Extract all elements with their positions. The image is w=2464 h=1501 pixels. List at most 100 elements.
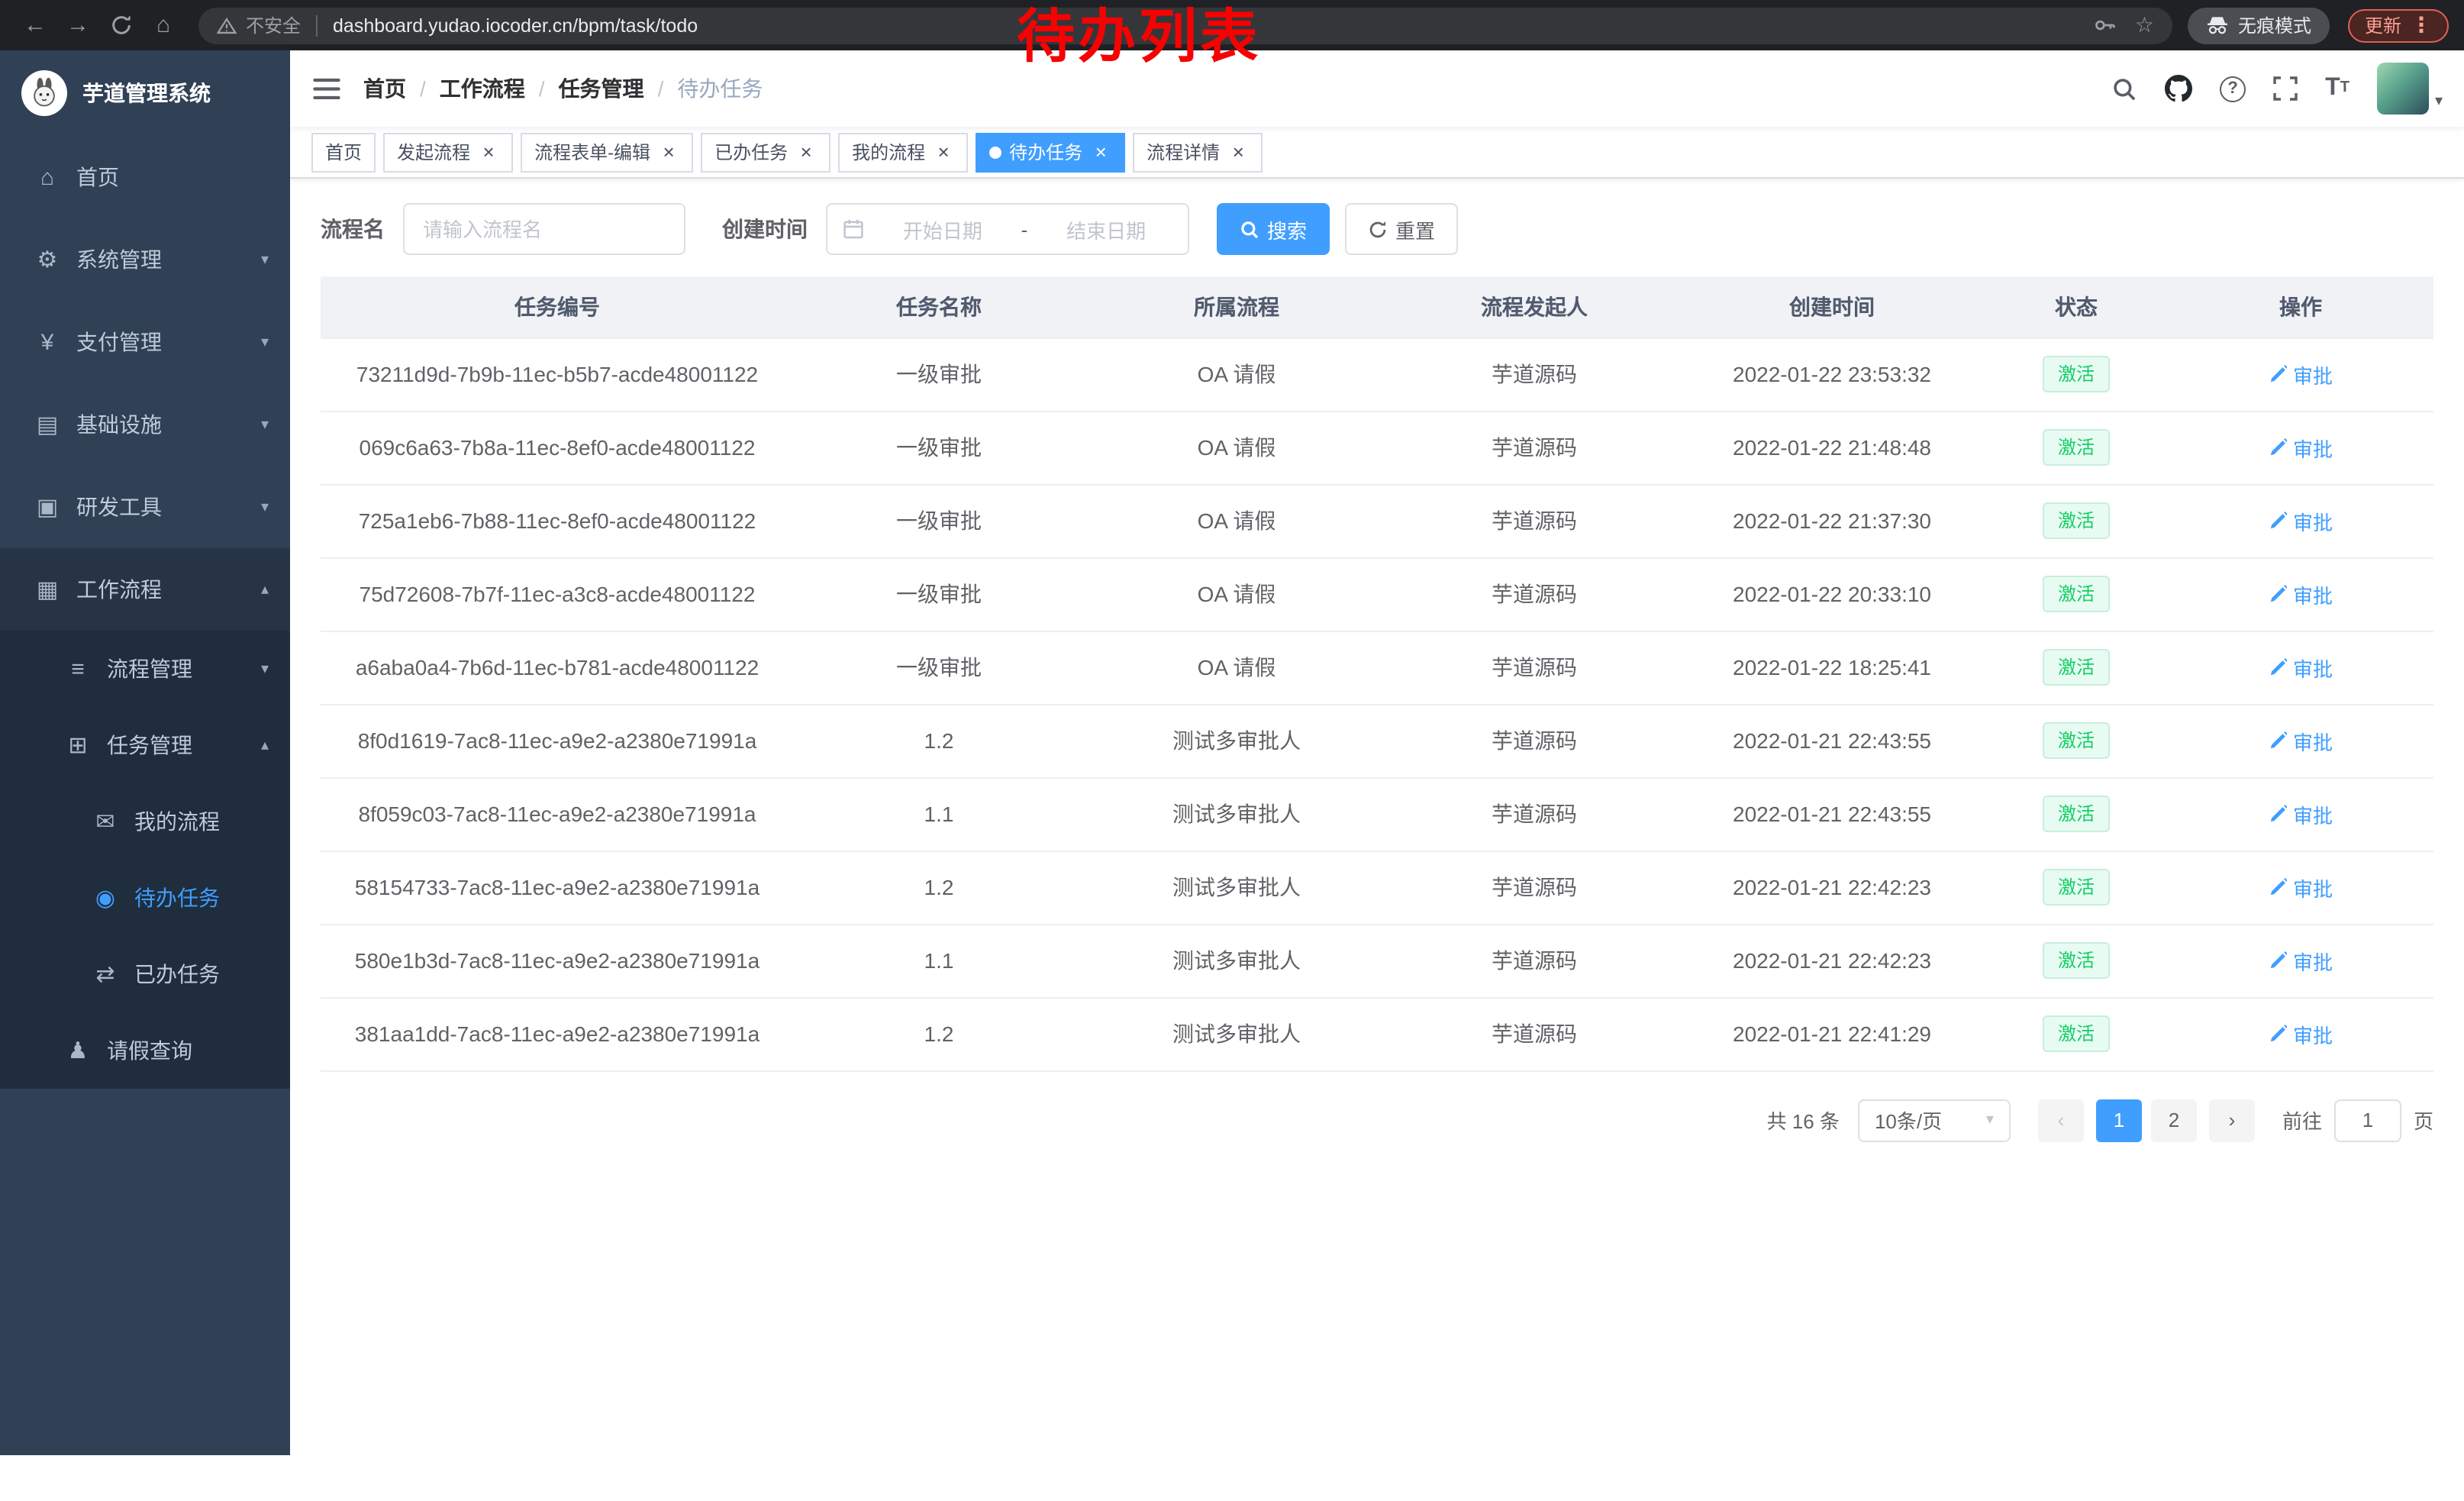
sidebar-item-todo-task[interactable]: ◉ 待办任务 <box>0 860 290 936</box>
key-icon[interactable] <box>2094 14 2117 37</box>
table-body: 73211d9d-7b9b-11ec-b5b7-acde48001122 一级审… <box>321 337 2433 1070</box>
update-button[interactable]: 更新 ⋮ <box>2348 8 2449 42</box>
docs-help-button[interactable]: ? <box>2220 76 2246 102</box>
close-icon[interactable]: × <box>1227 141 1249 163</box>
table-row[interactable]: a6aba0a4-7b6d-11ec-b781-acde48001122 一级审… <box>321 631 2433 704</box>
table-row[interactable]: 73211d9d-7b9b-11ec-b5b7-acde48001122 一级审… <box>321 337 2433 411</box>
table-row[interactable]: 8f0d1619-7ac8-11ec-a9e2-a2380e71991a 1.2… <box>321 704 2433 777</box>
cell-action: 审批 <box>2168 631 2433 704</box>
page-size-select[interactable]: 10条/页 ▾ <box>1858 1099 2011 1141</box>
tab-process-detail[interactable]: 流程详情 × <box>1133 132 1263 172</box>
cell-initiator: 芋道源码 <box>1389 484 1679 557</box>
table-row[interactable]: 580e1b3d-7ac8-11ec-a9e2-a2380e71991a 1.1… <box>321 924 2433 997</box>
active-dot <box>989 146 1001 158</box>
sidebar-item-done-task[interactable]: ⇄ 已办任务 <box>0 936 290 1012</box>
date-range-picker[interactable]: 开始日期 - 结束日期 <box>826 203 1189 255</box>
status-badge: 激活 <box>2043 355 2110 393</box>
close-icon[interactable]: × <box>658 141 679 163</box>
close-icon[interactable]: × <box>933 141 954 163</box>
tab-todo-task[interactable]: 待办任务 × <box>976 132 1125 172</box>
calendar-icon <box>843 218 864 240</box>
sidebar-item-my-process[interactable]: ✉ 我的流程 <box>0 783 290 860</box>
avatar <box>2377 63 2429 115</box>
address-bar[interactable]: 不安全 dashboard.yudao.iocoder.cn/bpm/task/… <box>198 7 2172 44</box>
close-icon[interactable]: × <box>1090 141 1111 163</box>
tab-start-process[interactable]: 发起流程 × <box>383 132 513 172</box>
approve-link[interactable]: 审批 <box>2269 1019 2333 1048</box>
cell-status: 激活 <box>1985 704 2168 777</box>
search-icon <box>2111 76 2137 102</box>
breadcrumb-item[interactable]: 任务管理 <box>559 73 644 104</box>
sidebar-item-task-management[interactable]: ⊞ 任务管理 ▴ <box>0 707 290 783</box>
sidebar-collapse-button[interactable] <box>290 77 363 100</box>
cell-process: OA 请假 <box>1084 337 1389 411</box>
breadcrumb-item[interactable]: 首页 <box>363 73 406 104</box>
tab-my-process[interactable]: 我的流程 × <box>838 132 968 172</box>
bookmark-star-icon[interactable]: ☆ <box>2135 12 2154 38</box>
close-icon[interactable]: × <box>478 141 499 163</box>
cell-task-id: 58154733-7ac8-11ec-a9e2-a2380e71991a <box>321 851 794 924</box>
edit-icon <box>2269 585 2287 603</box>
edit-icon <box>2269 805 2287 823</box>
sidebar-item-process-management[interactable]: ≡ 流程管理 ▾ <box>0 631 290 707</box>
approve-link[interactable]: 审批 <box>2269 873 2333 902</box>
back-button[interactable]: ← <box>15 5 55 45</box>
column-header: 状态 <box>1985 276 2168 337</box>
search-button[interactable]: 搜索 <box>1217 203 1330 255</box>
cell-status: 激活 <box>1985 924 2168 997</box>
table-row[interactable]: 725a1eb6-7b88-11ec-8ef0-acde48001122 一级审… <box>321 484 2433 557</box>
next-page-button[interactable]: › <box>2209 1099 2255 1141</box>
approve-link[interactable]: 审批 <box>2269 360 2333 389</box>
table-row[interactable]: 069c6a63-7b8a-11ec-8ef0-acde48001122 一级审… <box>321 411 2433 484</box>
process-name-input[interactable] <box>403 203 685 255</box>
page-button-1[interactable]: 1 <box>2096 1099 2142 1141</box>
sidebar-item-leave-query[interactable]: ♟ 请假查询 <box>0 1012 290 1089</box>
approve-link[interactable]: 审批 <box>2269 579 2333 608</box>
approve-link[interactable]: 审批 <box>2269 653 2333 682</box>
tab-done-task[interactable]: 已办任务 × <box>701 132 830 172</box>
sidebar-item-workflow[interactable]: ▦ 工作流程 ▴ <box>0 548 290 631</box>
cell-created-time: 2022-01-21 22:42:23 <box>1679 851 1985 924</box>
header-search-button[interactable] <box>2111 76 2137 102</box>
breadcrumb-item[interactable]: 工作流程 <box>440 73 525 104</box>
browser-menu-icon[interactable]: ⋮ <box>2411 12 2432 38</box>
close-icon[interactable]: × <box>795 141 817 163</box>
user-avatar-menu[interactable]: ▾ <box>2377 63 2443 115</box>
sidebar-item-dev-tools[interactable]: ▣ 研发工具 ▾ <box>0 466 290 548</box>
app-window: 芋道管理系统 ⌂ 首页 ⚙ 系统管理 ▾ ¥ 支付管理 ▾ ▤ 基础设施 ▾ ▣… <box>0 50 2464 1455</box>
github-link[interactable] <box>2165 75 2192 102</box>
app-logo[interactable]: 芋道管理系统 <box>0 50 290 136</box>
reload-button[interactable] <box>101 5 140 45</box>
fullscreen-button[interactable] <box>2273 76 2298 101</box>
font-size-button[interactable]: TT <box>2325 76 2350 101</box>
edit-icon <box>2269 951 2287 970</box>
approve-link[interactable]: 审批 <box>2269 506 2333 535</box>
approve-link[interactable]: 审批 <box>2269 726 2333 755</box>
approve-link[interactable]: 审批 <box>2269 799 2333 828</box>
cell-status: 激活 <box>1985 337 2168 411</box>
table-row[interactable]: 8f059c03-7ac8-11ec-a9e2-a2380e71991a 1.1… <box>321 777 2433 851</box>
approve-link[interactable]: 审批 <box>2269 946 2333 975</box>
page-button-2[interactable]: 2 <box>2151 1099 2197 1141</box>
reset-button[interactable]: 重置 <box>1345 203 1458 255</box>
table-row[interactable]: 58154733-7ac8-11ec-a9e2-a2380e71991a 1.2… <box>321 851 2433 924</box>
todo-task-table: 任务编号任务名称所属流程流程发起人创建时间状态操作 73211d9d-7b9b-… <box>321 276 2433 1071</box>
sidebar-item-home[interactable]: ⌂ 首页 <box>0 136 290 218</box>
approve-link[interactable]: 审批 <box>2269 433 2333 462</box>
home-button[interactable]: ⌂ <box>144 5 183 45</box>
cell-task-name: 1.1 <box>794 924 1084 997</box>
tab-form-edit[interactable]: 流程表单-编辑 × <box>521 132 693 172</box>
security-label: 不安全 <box>246 12 301 38</box>
table-row[interactable]: 381aa1dd-7ac8-11ec-a9e2-a2380e71991a 1.2… <box>321 997 2433 1070</box>
prev-page-button[interactable]: ‹ <box>2038 1099 2084 1141</box>
cell-status: 激活 <box>1985 557 2168 631</box>
goto-page-input[interactable] <box>2334 1099 2401 1141</box>
tab-home[interactable]: 首页 <box>311 132 376 172</box>
sidebar-item-system[interactable]: ⚙ 系统管理 ▾ <box>0 218 290 301</box>
goto-label: 前往 <box>2282 1106 2322 1135</box>
sidebar-item-infrastructure[interactable]: ▤ 基础设施 ▾ <box>0 383 290 466</box>
table-row[interactable]: 75d72608-7b7f-11ec-a3c8-acde48001122 一级审… <box>321 557 2433 631</box>
forward-button[interactable]: → <box>58 5 98 45</box>
cell-created-time: 2022-01-22 23:53:32 <box>1679 337 1985 411</box>
sidebar-item-payment[interactable]: ¥ 支付管理 ▾ <box>0 301 290 383</box>
